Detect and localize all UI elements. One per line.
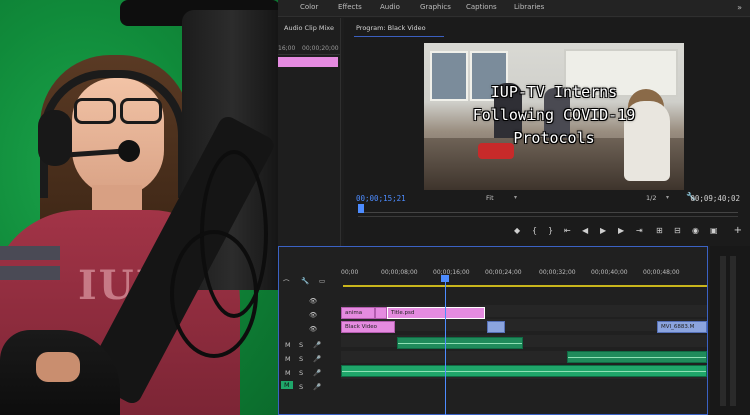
go-to-in-icon[interactable]: ⇤ [564, 226, 571, 235]
clip-mvi[interactable]: MVI_6883.M [657, 321, 707, 333]
title-line-3: Protocols [513, 129, 595, 147]
track-headers: ⌒ 🔧 ▭ 👁 👁 👁 M S M S M S M S 🎤 🎤 🎤 🎤 [279, 267, 339, 415]
hand [36, 352, 80, 382]
mic-icon[interactable]: 🎤 [313, 383, 321, 391]
meter-right [730, 256, 736, 406]
audio-clip-mixer-panel: Audio Clip Mixe 16;00 00;00;20;00 [278, 18, 341, 246]
track-v2 [341, 319, 707, 331]
mute-button[interactable]: M [285, 369, 291, 377]
monitor-scrubber[interactable] [358, 204, 738, 213]
menu-color[interactable]: Color [300, 3, 318, 11]
ruler-label: 00;00;40;00 [591, 269, 628, 276]
current-timecode[interactable]: 00;00;15;21 [356, 194, 406, 203]
menu-effects[interactable]: Effects [338, 3, 362, 11]
timeline-ruler[interactable]: 00;00 00;00;08;00 00;00;16;00 00;00;24;0… [341, 267, 707, 281]
eye-icon[interactable]: 👁 [309, 311, 317, 319]
wrench-icon[interactable]: 🔧 [301, 277, 309, 285]
solo-button[interactable]: S [299, 341, 303, 349]
ruler-label: 00;00;08;00 [381, 269, 418, 276]
ruler-label: 00;00 [341, 269, 359, 276]
mute-button[interactable]: M [285, 355, 291, 363]
mic-icon[interactable]: 🎤 [313, 355, 321, 363]
clip-audio[interactable] [397, 337, 523, 349]
play-icon[interactable]: ▶ [600, 226, 606, 235]
title-line-1: IUP-TV Interns [490, 83, 618, 101]
export-frame-icon[interactable]: ◉ [692, 226, 699, 235]
clip-small[interactable] [375, 307, 387, 319]
mark-in-icon[interactable]: { [532, 226, 537, 235]
solo-button[interactable]: S [299, 383, 303, 391]
mic-head [118, 140, 140, 162]
ruler-label: 00;00;48;00 [643, 269, 680, 276]
playhead-handle[interactable] [441, 275, 449, 282]
editor-ui: Color Effects Audio Graphics Captions Li… [278, 0, 750, 415]
cable [170, 230, 258, 358]
chevron-down-icon[interactable]: ▾ [666, 194, 669, 201]
audio-meters [710, 246, 750, 415]
sleeve-stripe [0, 266, 60, 280]
eye-icon[interactable]: 👁 [309, 325, 317, 333]
mic-icon[interactable]: 🎤 [313, 341, 321, 349]
mixer-clip [278, 57, 338, 67]
mute-button-active[interactable]: M [281, 381, 293, 389]
overwrite-icon[interactable]: ⊟ [674, 226, 681, 235]
captions-icon[interactable]: ▭ [319, 277, 325, 285]
workspace-menu: Color Effects Audio Graphics Captions Li… [278, 0, 750, 17]
zoom-select[interactable]: Fit [486, 194, 494, 202]
timeline-playhead[interactable] [445, 277, 446, 415]
mark-out-icon[interactable]: } [548, 226, 553, 235]
step-back-icon[interactable]: ◀ [582, 226, 588, 235]
menu-captions[interactable]: Captions [466, 3, 497, 11]
mic-icon[interactable]: 🎤 [313, 369, 321, 377]
clip-black-video[interactable]: Black Video [341, 321, 395, 333]
ruler-label: 16;00 [278, 45, 296, 52]
program-monitor: Program: Black Video IUP-TV Interns Foll… [344, 18, 750, 246]
duration-timecode: 00;09;40;02 [690, 194, 740, 203]
mixer-ruler: 16;00 00;00;20;00 [278, 42, 340, 55]
clip-anim[interactable]: anima [341, 307, 375, 319]
insert-icon[interactable]: ⊞ [656, 226, 663, 235]
solo-button[interactable]: S [299, 369, 303, 377]
active-tab-underline [354, 36, 444, 37]
headset-earcup [38, 110, 72, 166]
work-area-bar[interactable] [343, 285, 707, 287]
ruler-label: 00;00;32;00 [539, 269, 576, 276]
playhead-marker[interactable] [358, 204, 364, 213]
clip-video[interactable] [487, 321, 505, 333]
menu-graphics[interactable]: Graphics [420, 3, 451, 11]
menu-libraries[interactable]: Libraries [514, 3, 544, 11]
eye-icon[interactable]: 👁 [309, 297, 317, 305]
step-forward-icon[interactable]: ▶ [618, 226, 624, 235]
chevron-down-icon[interactable]: ▾ [514, 194, 517, 201]
resolution-select[interactable]: 1/2 [646, 194, 656, 202]
panel-title[interactable]: Program: Black Video [356, 24, 426, 32]
title-line-2: Following COVID-19 [472, 106, 636, 124]
clip-music[interactable] [341, 365, 707, 377]
track-v1 [341, 335, 707, 347]
solo-button[interactable]: S [299, 355, 303, 363]
meter-left [720, 256, 726, 406]
mute-button[interactable]: M [285, 341, 291, 349]
go-to-out-icon[interactable]: ⇥ [636, 226, 643, 235]
panel-title[interactable]: Audio Clip Mixe [284, 24, 334, 32]
menu-audio[interactable]: Audio [380, 3, 400, 11]
monitor-zoom-bar[interactable] [358, 216, 738, 217]
marker-icon[interactable]: ◆ [514, 226, 520, 235]
ruler-label: 00;00;24;00 [485, 269, 522, 276]
clip-audio[interactable] [567, 351, 707, 363]
sleeve-stripe [0, 246, 60, 260]
button-editor-add[interactable]: + [734, 225, 742, 236]
ruler-label: 00;00;16;00 [433, 269, 470, 276]
composite-image: IUP Color Effects Audio Graphics Caption… [0, 0, 750, 415]
photo-operator-green-screen: IUP [0, 0, 278, 415]
video-frame: IUP-TV Interns Following COVID-19 Protoc… [424, 43, 684, 190]
clip-title[interactable]: Title.psd [387, 307, 485, 319]
menu-overflow-icon[interactable]: » [737, 3, 742, 12]
timeline-panel: ⌒ 🔧 ▭ 👁 👁 👁 M S M S M S M S 🎤 🎤 🎤 🎤 00;0… [278, 246, 708, 415]
compare-icon[interactable]: ▣ [710, 226, 718, 235]
snap-icon[interactable]: ⌒ [283, 277, 290, 287]
ruler-label: 00;00;20;00 [302, 45, 339, 52]
